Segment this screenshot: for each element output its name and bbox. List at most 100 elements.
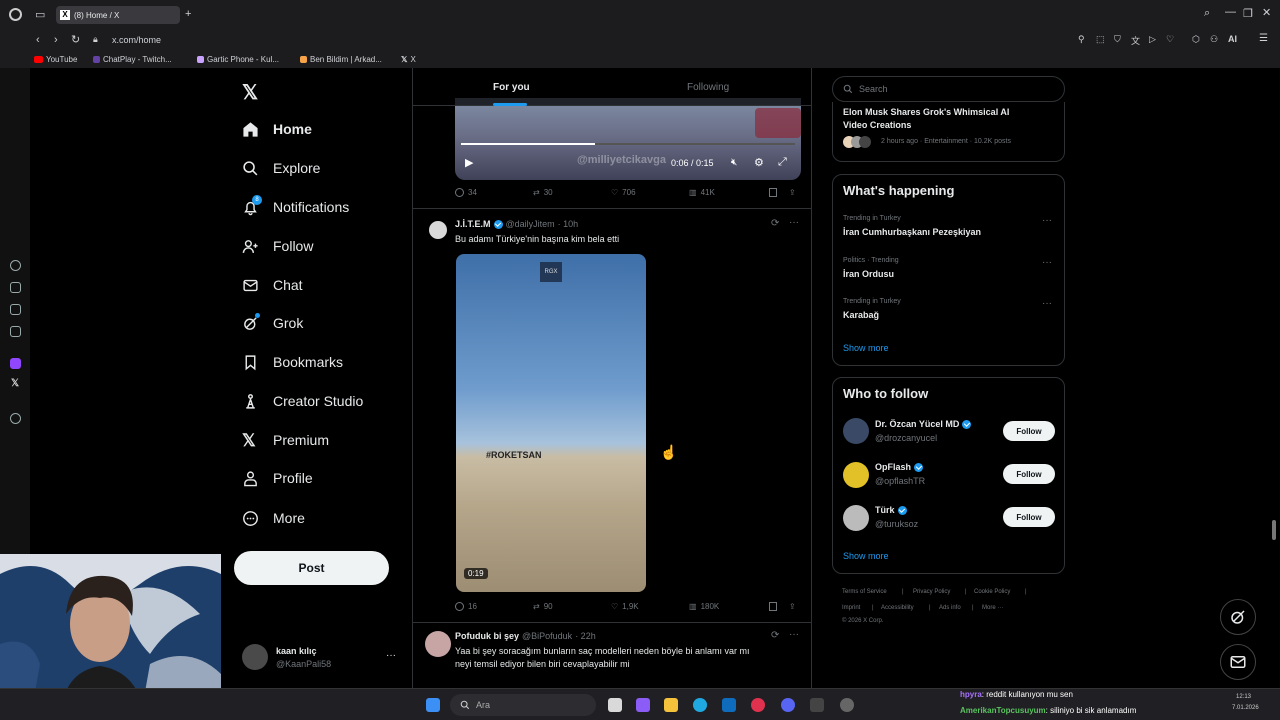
discord-icon[interactable] <box>781 698 795 712</box>
grok-explain-icon[interactable]: ⟳ <box>771 630 779 641</box>
post-more-icon[interactable]: ··· <box>789 629 799 640</box>
news-card[interactable]: Elon Musk Shares Grok's Whimsical AI Vid… <box>832 102 1065 162</box>
bookmark-gartic[interactable]: Gartic Phone - Kul... <box>197 55 279 64</box>
nav-more[interactable]: More <box>242 508 305 528</box>
follow-button[interactable]: Follow <box>1003 507 1055 527</box>
forward-icon[interactable]: › <box>54 34 58 46</box>
like-button[interactable]: ♡ 706 <box>611 188 636 197</box>
post3[interactable]: Pofuduk bi şey @BiPofuduk · 22h ⟳ ··· Ya… <box>413 623 811 688</box>
post-more-icon[interactable]: ··· <box>789 217 799 228</box>
fullscreen-icon[interactable]: ⤢ <box>778 156 787 169</box>
messenger-icon[interactable] <box>10 326 21 337</box>
post2-avatar[interactable] <box>429 221 447 239</box>
search-box[interactable]: Search <box>832 76 1065 102</box>
accessibility-link[interactable]: Accessibility <box>881 605 914 611</box>
suggestion-name[interactable]: Türk <box>875 505 907 515</box>
post3-author[interactable]: Pofuduk bi şey <box>455 631 519 641</box>
messages-floating-button[interactable] <box>1220 644 1256 680</box>
clock-time[interactable]: 12:13 <box>1236 694 1251 700</box>
opera-logo-icon[interactable] <box>9 8 22 21</box>
account-more-icon[interactable]: ··· <box>386 650 396 661</box>
adblock-icon[interactable]: ⛉ <box>1114 34 1121 45</box>
extensions-icon[interactable]: ⬡ <box>1192 34 1200 45</box>
nav-premium[interactable]: 𝕏 Premium <box>242 430 329 450</box>
obs-icon[interactable] <box>840 698 854 712</box>
nav-follow[interactable]: Follow <box>242 236 313 256</box>
repost-button[interactable]: ⇄ 30 <box>533 188 553 197</box>
post2[interactable]: J.İ.T.E.M @dailyJitem · 10h ⟳ ··· Bu ada… <box>413 209 811 621</box>
start-icon[interactable] <box>426 698 440 712</box>
menu-icon[interactable]: ☰ <box>1259 33 1268 44</box>
trend-name[interactable]: Karabağ <box>843 310 879 320</box>
like-button[interactable]: ♡ 1,9K <box>611 602 639 611</box>
follow-button[interactable]: Follow <box>1003 464 1055 484</box>
views-button[interactable]: ▥ 41K <box>689 188 715 197</box>
taskbar-search-input[interactable]: Ara <box>476 700 490 710</box>
grok-explain-icon[interactable]: ⟳ <box>771 218 779 229</box>
suggestion-name[interactable]: Dr. Özcan Yücel MD <box>875 419 972 429</box>
nav-notifications[interactable]: 8 Notifications <box>242 194 349 217</box>
video-settings-icon[interactable]: ⚙ <box>754 156 764 169</box>
trend-more-icon[interactable]: ··· <box>1042 257 1052 268</box>
crypto-wallet-icon[interactable] <box>10 304 21 315</box>
show-more-suggestions-link[interactable]: Show more <box>843 551 889 561</box>
nav-explore[interactable]: Explore <box>242 158 320 178</box>
nav-chat[interactable]: Chat <box>242 275 303 295</box>
bookmark-ben-bildim[interactable]: Ben Bildim | Arkad... <box>300 55 382 64</box>
reply-button[interactable]: 34 <box>455 188 477 197</box>
close-window-icon[interactable]: ✕ <box>1262 6 1271 19</box>
post3-time[interactable]: · 22h <box>575 631 596 641</box>
opera-taskbar-icon[interactable] <box>751 698 765 712</box>
trend-name[interactable]: İran Cumhurbaşkanı Pezeşkiyan <box>843 227 981 237</box>
edge-icon[interactable] <box>693 698 707 712</box>
clock-date[interactable]: 7.01.2026 <box>1232 705 1259 711</box>
suggestion-name[interactable]: OpFlash <box>875 462 924 472</box>
bookmark-youtube[interactable]: YouTube <box>34 55 77 64</box>
file-explorer-icon[interactable] <box>664 698 678 712</box>
search-input[interactable]: Search <box>859 84 888 94</box>
trend-more-icon[interactable]: ··· <box>1042 298 1052 309</box>
privacy-link[interactable]: Privacy Policy <box>913 589 950 595</box>
nav-bookmarks[interactable]: Bookmarks <box>242 352 343 372</box>
nav-home[interactable]: Home <box>242 119 312 139</box>
tab-following[interactable]: Following <box>687 82 729 93</box>
tab-for-you[interactable]: For you <box>493 82 530 93</box>
aria-icon[interactable] <box>10 260 21 271</box>
snapshot-icon[interactable]: ⬚ <box>1096 34 1105 45</box>
nav-profile[interactable]: Profile <box>242 468 313 488</box>
pin-icon[interactable]: ⚲ <box>1078 34 1085 45</box>
search-tabs-icon[interactable]: ⌕ <box>1204 7 1210 20</box>
views-button[interactable]: ▥ 180K <box>689 602 719 611</box>
x-rail-icon[interactable]: 𝕏 <box>11 378 19 389</box>
x-logo-icon[interactable]: 𝕏 <box>242 80 258 105</box>
ai-label[interactable]: AI <box>1228 34 1237 44</box>
share-button[interactable]: ⇪ <box>789 188 796 197</box>
bookmark-button[interactable] <box>769 602 777 611</box>
reply-button[interactable]: 16 <box>455 602 477 611</box>
tab-manager-icon[interactable]: ▭ <box>35 8 45 21</box>
cookie-link[interactable]: Cookie Policy <box>974 589 1010 595</box>
ads-info-link[interactable]: Ads info <box>939 605 961 611</box>
bookmark-x[interactable]: 𝕏X <box>401 55 416 64</box>
workspace-icon[interactable] <box>10 282 21 293</box>
trend-more-icon[interactable]: ··· <box>1042 215 1052 226</box>
bookmark-chatplay[interactable]: ChatPlay - Twitch... <box>93 55 172 64</box>
steam-icon[interactable] <box>810 698 824 712</box>
imprint-link[interactable]: Imprint <box>842 605 860 611</box>
trend-name[interactable]: İran Ordusu <box>843 269 894 279</box>
copilot-icon[interactable] <box>636 698 650 712</box>
video-progress-track[interactable] <box>461 143 795 145</box>
browser-tab-home[interactable]: X (8) Home / X <box>56 6 180 24</box>
post2-handle[interactable]: @dailyJitem <box>506 219 555 229</box>
task-view-icon[interactable] <box>608 698 622 712</box>
nav-creator-studio[interactable]: Creator Studio <box>242 391 363 411</box>
account-icon[interactable]: ⚇ <box>1210 34 1218 45</box>
twitch-icon[interactable] <box>10 358 21 369</box>
mute-icon[interactable]: 🔇︎ <box>731 157 737 168</box>
post3-handle[interactable]: @BiPofuduk <box>522 631 572 641</box>
new-tab-icon[interactable]: + <box>185 8 191 20</box>
more-footer-link[interactable]: More ··· <box>982 605 1003 611</box>
suggestion-avatar[interactable] <box>843 505 869 531</box>
video-play-icon[interactable]: ▶ <box>465 156 473 169</box>
terms-link[interactable]: Terms of Service <box>842 589 887 595</box>
